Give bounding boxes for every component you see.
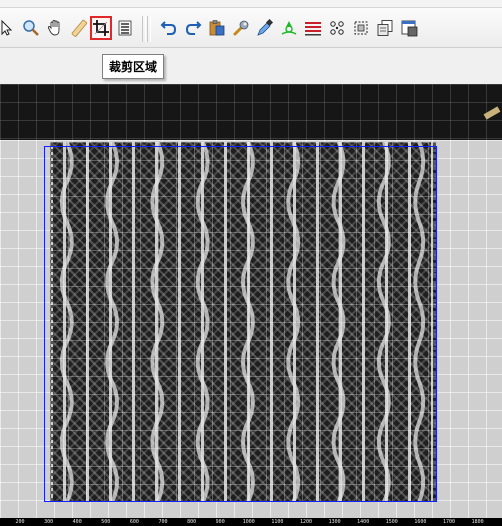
eyedropper-tool-button[interactable] <box>254 16 276 40</box>
dot-grid-icon <box>328 19 346 37</box>
ruler-tick-label: 500 <box>101 519 111 525</box>
app-window: 裁剪区域 200 300 400 500 600 700 800 900 100… <box>0 0 502 526</box>
undo-button[interactable] <box>158 16 180 40</box>
measure-tool-button[interactable] <box>68 16 90 40</box>
ruler-tick-label: 1800 <box>471 519 484 525</box>
paste-button[interactable] <box>206 16 228 40</box>
crop-tool-button[interactable] <box>90 16 112 40</box>
copy-pages-button[interactable] <box>374 16 396 40</box>
red-lines-icon <box>304 19 322 37</box>
ruler-tick-label: 900 <box>215 519 225 525</box>
ruler-icon <box>70 19 88 37</box>
redo-icon <box>184 19 202 37</box>
wrench-icon <box>232 19 250 37</box>
copy-pages-icon <box>376 19 394 37</box>
top-strip <box>0 0 502 8</box>
zoom-tool-button[interactable] <box>20 16 42 40</box>
dashed-select-icon <box>352 19 370 37</box>
ruler-tick-label: 600 <box>129 519 139 525</box>
pan-tool-button[interactable] <box>44 16 66 40</box>
cursor-arrow-icon <box>0 19 14 37</box>
image-viewport[interactable] <box>0 84 502 518</box>
ruler-tick-label: 1200 <box>299 519 313 525</box>
crop-icon <box>92 19 110 37</box>
ruler-tick-label: 1500 <box>385 519 398 525</box>
ruler-tick-label: 200 <box>15 519 25 525</box>
bottom-ruler: 200 300 400 500 600 700 800 900 1000 1100 1200 1300… <box>0 518 502 526</box>
panel-area <box>0 48 502 84</box>
ruler-tick-label: 1300 <box>328 519 341 525</box>
layers-tool-button[interactable] <box>114 16 136 40</box>
clipboard-icon <box>208 19 226 37</box>
list-lines-icon <box>116 19 134 37</box>
scanner-dark-band <box>0 84 502 140</box>
crop-tooltip: 裁剪区域 <box>102 54 165 79</box>
ruler-tick-label: 1000 <box>242 519 255 525</box>
redo-button[interactable] <box>182 16 204 40</box>
export-window-icon <box>400 19 418 37</box>
select-region-button[interactable] <box>350 16 372 40</box>
undo-icon <box>160 19 178 37</box>
select-tool-button[interactable] <box>0 16 16 40</box>
pattern-tool-button[interactable] <box>326 16 348 40</box>
stripes-tool-button[interactable] <box>302 16 324 40</box>
export-button[interactable] <box>398 16 420 40</box>
ruler-tick-label: 400 <box>72 519 82 525</box>
magnifier-icon <box>22 19 40 37</box>
flood-fill-button[interactable] <box>278 16 300 40</box>
ruler-tick-label: 1700 <box>442 519 456 525</box>
ruler-tick-label: 1400 <box>357 519 370 525</box>
toolbar <box>0 8 502 48</box>
ruler-tick-label: 1600 <box>414 519 427 525</box>
toolbar-separator <box>147 16 151 42</box>
ruler-tick-label: 300 <box>44 519 54 525</box>
repair-tool-button[interactable] <box>230 16 252 40</box>
crop-selection-frame[interactable] <box>44 146 437 502</box>
eyedropper-icon <box>256 19 274 37</box>
toolbar-separator <box>142 16 146 42</box>
ruler-tick-label: 800 <box>187 519 197 525</box>
ruler-tick-label: 700 <box>158 519 168 525</box>
ruler-tick-label: 1100 <box>271 519 284 525</box>
hand-icon <box>46 19 64 37</box>
green-fill-icon <box>280 19 298 37</box>
